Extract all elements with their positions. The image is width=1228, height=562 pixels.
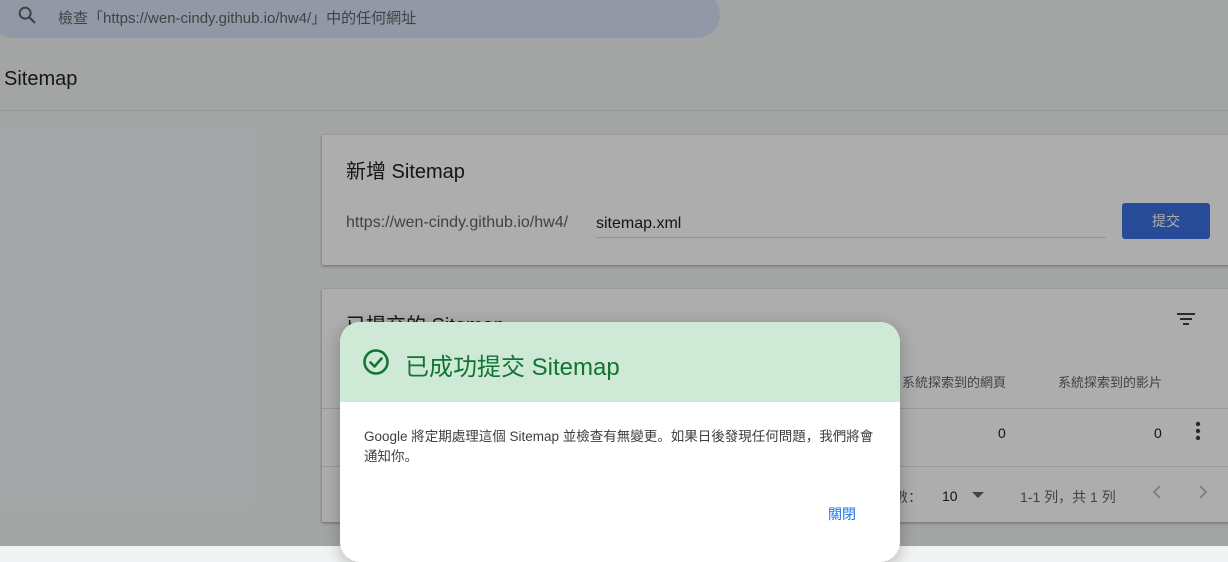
success-dialog: 已成功提交 Sitemap Google 將定期處理這個 Sitemap 並檢查… (340, 322, 900, 562)
dialog-message: Google 將定期處理這個 Sitemap 並檢查有無變更。如果日後發現任何問… (364, 429, 874, 464)
close-button[interactable]: 關閉 (822, 500, 862, 528)
dialog-header: 已成功提交 Sitemap (340, 322, 900, 402)
check-circle-icon (363, 349, 389, 375)
dialog-title: 已成功提交 Sitemap (405, 354, 620, 381)
